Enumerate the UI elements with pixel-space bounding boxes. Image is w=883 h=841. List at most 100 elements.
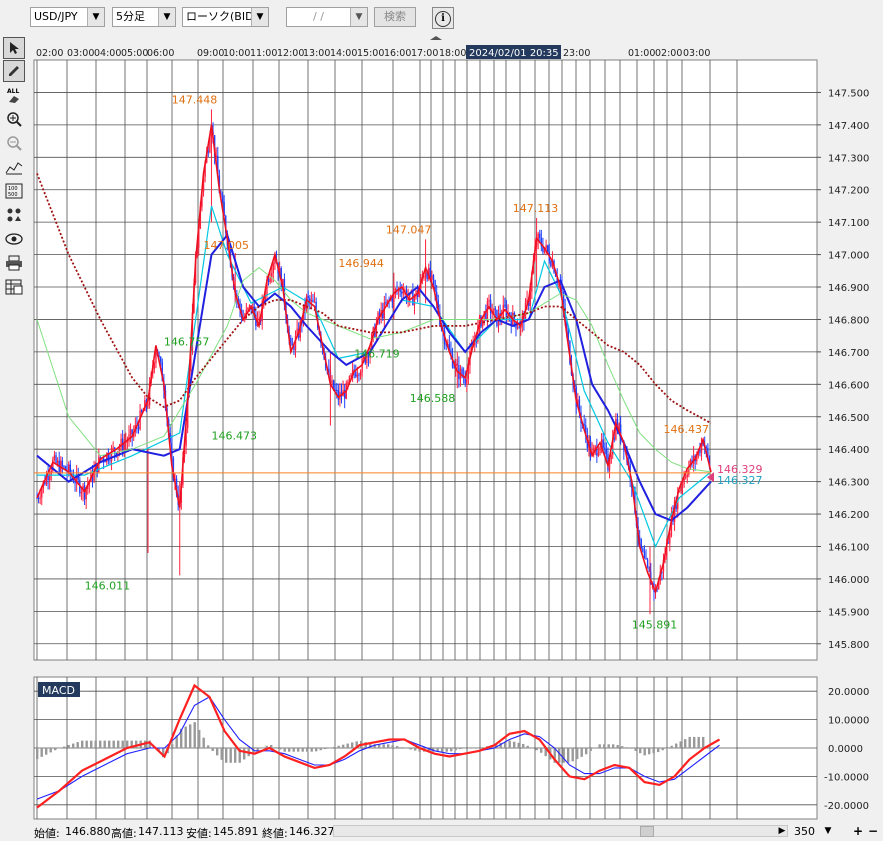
macd-histogram-bar (67, 745, 70, 748)
candle-body (347, 382, 349, 384)
candle-body (453, 367, 455, 369)
macd-y-tick-label: 10.0000 (828, 716, 869, 727)
zoom-out-button[interactable] (3, 132, 25, 154)
history-scrollbar[interactable] (333, 825, 788, 837)
price-x-tick-label: 13:00 (303, 48, 330, 59)
price-y-tick-label: 147.400 (828, 121, 869, 132)
symbol-select[interactable]: USD/JPY ▼ (30, 7, 105, 27)
macd-histogram-bar (661, 748, 664, 751)
candle-body (640, 538, 642, 549)
candle-body (129, 429, 132, 435)
cursor-tool-button[interactable] (3, 37, 25, 59)
macd-histogram-bar (310, 748, 313, 752)
print-button[interactable] (3, 252, 25, 274)
macd-histogram-bar (283, 748, 286, 752)
candle-body (546, 245, 549, 252)
macd-histogram-bar (535, 748, 538, 751)
candle-body (550, 261, 552, 267)
zoom-minus-icon[interactable]: − (867, 825, 879, 837)
date-input[interactable]: / / ▼ (286, 7, 368, 27)
price-chart[interactable]: 02:00 03:00 04:00 05:0006:00 09:0010:00 11:00… (30, 34, 883, 666)
candle-body (594, 446, 596, 449)
draw-line-button[interactable] (3, 60, 25, 82)
price-annotation-label: 147.113 (513, 202, 559, 215)
macd-histogram-bar (679, 741, 682, 748)
erase-all-button[interactable]: ALL (3, 84, 25, 106)
macd-histogram-bar (400, 747, 403, 748)
chevron-down-icon[interactable]: ▼ (350, 8, 367, 26)
macd-histogram-bar (675, 743, 678, 748)
macd-histogram-bar (279, 748, 282, 750)
candle-body (55, 455, 57, 464)
chevron-down-icon[interactable]: ▼ (87, 8, 104, 26)
line-chart-icon (5, 162, 23, 175)
candle-body (488, 299, 490, 302)
candle-body (642, 548, 644, 552)
macd-histogram-bar (292, 748, 295, 752)
macd-histogram-bar (513, 741, 516, 748)
macd-histogram-bar (351, 742, 354, 748)
search-button[interactable]: 検索 (374, 7, 416, 27)
macd-histogram-bar (571, 748, 574, 762)
indicator-button[interactable] (3, 156, 25, 178)
zoom-in-button[interactable] (3, 108, 25, 130)
visibility-button[interactable] (3, 228, 25, 250)
chevron-down-icon[interactable]: ▼ (251, 8, 268, 26)
candle-body (605, 449, 608, 454)
macd-chart[interactable]: 20.0000 10.0000 0.0000 -10.0000 -20.0000 MAC… (30, 674, 883, 824)
zoom-plus-icon[interactable]: + (852, 825, 864, 837)
price-x-tick-label: 23:00 (563, 48, 590, 59)
symbols-button[interactable] (3, 204, 25, 226)
candle-body (271, 273, 273, 277)
macd-y-tick-label: -20.0000 (824, 801, 869, 812)
macd-histogram-bar (477, 748, 480, 749)
macd-histogram-bar (445, 748, 448, 752)
price-y-tick-label: 146.400 (828, 445, 869, 456)
timeframe-select[interactable]: 5分足 ▼ (112, 7, 176, 27)
macd-histogram-bar (531, 748, 534, 749)
macd-histogram-bar (414, 748, 417, 751)
info-button[interactable]: i (432, 7, 454, 29)
macd-histogram-bar (558, 748, 561, 763)
candle-body (681, 484, 684, 487)
macd-histogram-bar (346, 743, 349, 748)
candle-body (401, 291, 403, 294)
macd-histogram-bar (220, 748, 223, 760)
price-y-tick-label: 146.000 (828, 575, 869, 586)
price-annotation-label: 146.757 (164, 335, 210, 348)
count-dropdown-icon[interactable]: ▼ (822, 825, 834, 837)
macd-histogram-bar (459, 748, 462, 750)
candle-body (63, 466, 65, 468)
macd-histogram-bar (328, 748, 331, 749)
scroll-right-icon[interactable]: ▶ (776, 825, 788, 837)
left-toolbar: ALL 100 500 (0, 34, 28, 834)
candle-body (336, 389, 338, 391)
price-y-tick-label: 146.600 (828, 380, 869, 391)
candle-body (80, 492, 83, 494)
chevron-down-icon[interactable]: ▼ (158, 8, 175, 26)
candle-body (118, 447, 121, 452)
macd-histogram-bar (76, 742, 79, 748)
price-x-tick-label: 01:00 (628, 48, 655, 59)
eraser-all-icon: ALL (7, 88, 19, 103)
price-annotation-label: 146.011 (85, 579, 131, 592)
candle-body (604, 447, 606, 450)
symbol-value: USD/JPY (34, 10, 78, 23)
macd-y-tick-label: 20.0000 (828, 687, 869, 698)
candle-body (309, 297, 311, 302)
macd-histogram-bar (684, 739, 687, 748)
close-price-label: 146.327 (717, 474, 763, 487)
settings-button[interactable] (3, 276, 25, 298)
price-y-tick-label: 146.700 (828, 348, 869, 359)
chart-type-select[interactable]: ローソク(BID) ▼ (182, 7, 269, 27)
price-y-tick-label: 147.100 (828, 218, 869, 229)
candle-body (394, 289, 397, 291)
high-value: 147.113 (138, 825, 184, 838)
macd-histogram-bar (517, 742, 520, 748)
macd-title: MACD (42, 684, 75, 697)
data-table-button[interactable]: 100 500 (3, 180, 25, 202)
scrollbar-thumb[interactable] (640, 826, 654, 837)
candle-body (646, 559, 649, 568)
candle-body (209, 142, 211, 153)
price-x-tick-label: 09:00 (197, 48, 224, 59)
